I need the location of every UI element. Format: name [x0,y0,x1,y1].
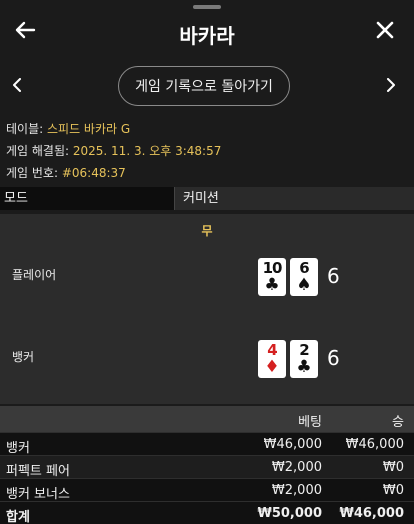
top-bar: 바카라 [0,10,414,56]
playing-card: 10 ♣ [258,258,286,296]
tab-commission[interactable]: 커미션 [174,187,414,210]
return-to-history-button[interactable]: 게임 기록으로 돌아가기 [118,66,290,106]
playing-card: 4 ♦ [258,340,286,378]
club-suit-icon: ♣ [264,275,280,295]
bet-name: 퍼펙트 페어 [6,464,70,479]
win-amount: ₩0 [382,460,404,475]
total-row: 합계 ₩50,000 ₩46,000 [0,501,414,524]
card-rank: 6 [299,259,309,277]
tab-mode[interactable]: 모드 [0,187,174,210]
banker-score: 6 [327,346,340,370]
game-number-label: 게임 번호: [6,166,62,180]
win-column-header: 승 [392,415,404,430]
settled-info: 게임 해결됨: 2025. 11. 3. 오후 3:48:57 [6,142,221,164]
chevron-left-icon[interactable] [6,74,28,96]
banker-label: 뱅커 [12,350,35,364]
game-number-value: #06:48:37 [61,166,126,180]
close-icon[interactable] [374,19,396,41]
table-row: 퍼펙트 페어 ₩2,000 ₩0 [0,455,414,479]
total-win-amount: ₩46,000 [339,506,404,521]
spade-suit-icon: ♠ [296,275,312,295]
card-rank: 10 [262,259,283,277]
bet-amount: ₩2,000 [271,483,322,498]
bet-amount: ₩2,000 [271,460,322,475]
table-label: 테이블: [6,122,47,136]
page-title: 바카라 [179,24,235,48]
table-row: 뱅커 ₩46,000 ₩46,000 [0,432,414,456]
player-score: 6 [327,264,340,288]
win-amount: ₩46,000 [345,437,404,452]
card-rank: 2 [299,341,309,359]
playing-card: 6 ♠ [290,258,318,296]
bet-name: 뱅커 [6,441,30,456]
game-info: 테이블: 스피드 바카라 G 게임 해결됨: 2025. 11. 3. 오후 3… [6,120,221,186]
playing-card: 2 ♣ [290,340,318,378]
table-info: 테이블: 스피드 바카라 G [6,120,221,142]
game-number-info: 게임 번호: #06:48:37 [6,164,221,186]
total-bet-amount: ₩50,000 [257,506,322,521]
mode-tabs: 모드 커미션 [0,187,414,210]
win-amount: ₩0 [382,483,404,498]
game-navigation: 게임 기록으로 돌아가기 [0,64,414,108]
bet-amount: ₩46,000 [263,437,322,452]
result-panel: 무 플레이어 10 ♣ 6 ♠ 6 뱅커 4 ♦ 2 ♣ 6 [0,214,414,404]
table-value: 스피드 바카라 G [46,122,131,136]
outcome-label: 무 [201,224,213,238]
settled-value: 2025. 11. 3. 오후 3:48:57 [72,144,222,158]
player-cards: 10 ♣ 6 ♠ [258,258,318,296]
card-rank: 4 [267,341,277,359]
diamond-suit-icon: ♦ [264,357,280,377]
bets-table-header: 베팅 승 [0,406,414,432]
player-label: 플레이어 [12,268,57,282]
total-label: 합계 [6,510,30,524]
bet-name: 뱅커 보너스 [6,487,70,502]
settled-label: 게임 해결됨: [6,144,73,158]
table-row: 뱅커 보너스 ₩2,000 ₩0 [0,478,414,502]
banker-cards: 4 ♦ 2 ♣ [258,340,318,378]
club-suit-icon: ♣ [296,357,312,377]
bets-table: 베팅 승 뱅커 ₩46,000 ₩46,000 퍼펙트 페어 ₩2,000 ₩0… [0,406,414,524]
bet-column-header: 베팅 [298,415,322,430]
chevron-right-icon[interactable] [380,74,402,96]
drag-handle[interactable] [193,5,221,9]
